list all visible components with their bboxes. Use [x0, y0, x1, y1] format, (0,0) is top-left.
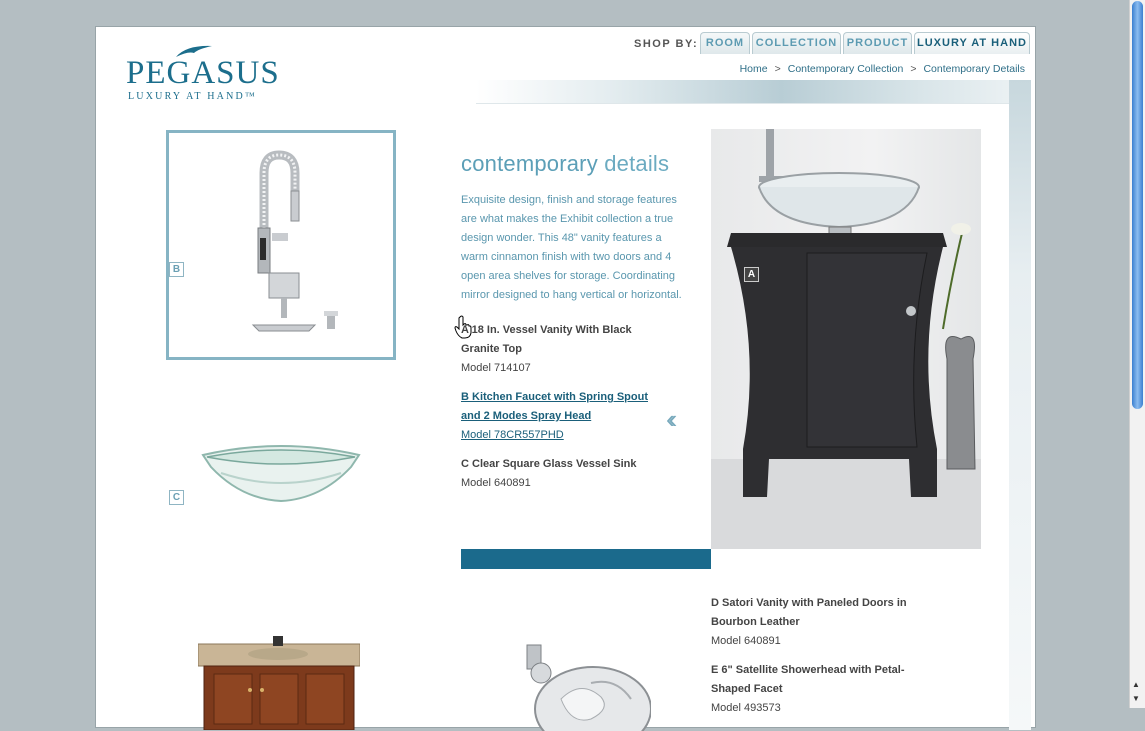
label-b: B [169, 262, 184, 277]
page: PEGASUS LUXURY AT HAND™ SHOP BY: ROOM CO… [95, 26, 1036, 731]
item-c-model: Model 640891 [461, 477, 531, 489]
shop-by-label: SHOP BY: [634, 38, 699, 50]
vanity-image [711, 129, 981, 549]
item-d-model: Model 640891 [711, 635, 781, 647]
tab-product[interactable]: PRODUCT [843, 32, 912, 54]
item-c-title: C Clear Square Glass Vessel Sink [461, 458, 637, 470]
scroll-down-arrow-icon[interactable]: ▼ [1132, 694, 1140, 703]
item-e-model: Model 493573 [711, 702, 781, 714]
accent-bar [461, 549, 711, 569]
vertical-scrollbar[interactable]: ▲ ▼ [1129, 0, 1145, 708]
tab-luxury-at-hand[interactable]: LUXURY AT HAND [914, 32, 1030, 54]
item-a-title: A 18 In. Vessel Vanity With Black Granit… [461, 324, 632, 355]
logo-wordmark: PEGASUS [126, 55, 280, 91]
vanity-main-photo[interactable] [711, 129, 981, 549]
product-description: Exquisite design, finish and storage fea… [461, 194, 682, 301]
label-a: A [744, 267, 759, 282]
faucet-image [251, 150, 338, 332]
breadcrumb-collection[interactable]: Contemporary Collection [788, 63, 904, 75]
logo-tagline: LUXURY AT HAND™ [128, 91, 257, 102]
page-heading: contemporary details [461, 151, 669, 177]
item-b[interactable]: B Kitchen Faucet with Spring Spout and 2… [461, 388, 661, 445]
side-decorative-band [1009, 80, 1031, 730]
tab-collection[interactable]: COLLECTION [752, 32, 841, 54]
item-b-model[interactable]: Model 78CR557PHD [461, 429, 564, 441]
divider [476, 103, 1009, 104]
header-decorative-band [476, 80, 1031, 104]
heading-bold: contemporary [461, 151, 598, 176]
scrollbar-thumb[interactable] [1132, 1, 1143, 409]
pegasus-logo[interactable]: PEGASUS LUXURY AT HAND™ [126, 43, 296, 103]
item-b-title[interactable]: B Kitchen Faucet with Spring Spout and 2… [461, 388, 661, 426]
item-e-title: E 6" Satellite Showerhead with Petal-Sha… [711, 664, 905, 695]
item-d-title: D Satori Vanity with Paneled Doors in Bo… [711, 597, 907, 628]
vanity-thumbnail-image[interactable] [198, 630, 360, 730]
scroll-up-arrow-icon[interactable]: ▲ [1132, 680, 1140, 689]
faucet-thumbnail[interactable] [166, 130, 396, 360]
item-a[interactable]: A 18 In. Vessel Vanity With Black Granit… [461, 321, 661, 378]
item-d[interactable]: D Satori Vanity with Paneled Doors in Bo… [711, 594, 931, 651]
chevron-left-icon[interactable]: ‹‹ [666, 404, 678, 435]
breadcrumb: Home > Contemporary Collection > Contemporar… [740, 63, 1025, 75]
item-c[interactable]: C Clear Square Glass Vessel Sink Model 6… [461, 455, 661, 493]
breadcrumb-home[interactable]: Home [740, 63, 768, 75]
item-a-model: Model 714107 [461, 362, 531, 374]
item-e[interactable]: E 6" Satellite Showerhead with Petal-Sha… [711, 661, 931, 718]
showerhead-image[interactable] [521, 639, 651, 731]
label-c: C [169, 490, 184, 505]
breadcrumb-separator: > [774, 63, 781, 75]
glass-sink-image[interactable] [201, 437, 361, 507]
breadcrumb-separator: > [910, 63, 917, 75]
heading-light: details [604, 151, 670, 176]
breadcrumb-current[interactable]: Contemporary Details [923, 63, 1025, 75]
tab-room[interactable]: ROOM [700, 32, 750, 54]
